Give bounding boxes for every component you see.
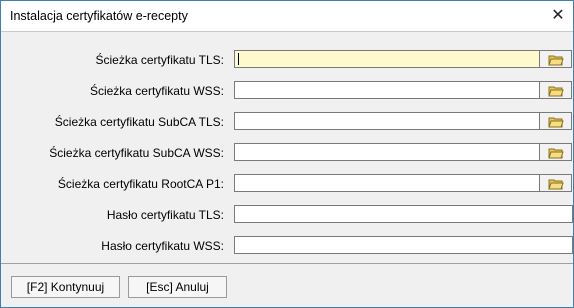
subca-wss-path-input[interactable] — [234, 143, 540, 161]
subca-wss-path-label: Ścieżka certyfikatu SubCA WSS: — [49, 146, 224, 160]
text-caret — [238, 53, 239, 65]
subca-wss-path-browse-button[interactable] — [540, 143, 572, 161]
tls-path-input[interactable] — [234, 50, 540, 68]
subca-tls-path-input[interactable] — [234, 112, 540, 130]
tls-path-browse-button[interactable] — [540, 50, 572, 68]
dialog-window: Instalacja certyfikatów e-recepty ✕ Ście… — [0, 0, 574, 308]
rootca-path-browse-button[interactable] — [540, 174, 572, 192]
dialog-title: Instalacja certyfikatów e-recepty — [10, 9, 188, 23]
continue-button[interactable]: [F2] Kontynuuj — [11, 276, 120, 298]
rootca-path-label: Ścieżka certyfikatu RootCA P1: — [57, 177, 224, 191]
form-area: Ścieżka certyfikatu TLS: Ścieżka certyfi… — [1, 31, 573, 264]
folder-icon — [548, 86, 564, 97]
wss-password-input[interactable] — [234, 236, 573, 254]
button-bar: [F2] Kontynuuj [Esc] Anuluj — [1, 264, 573, 307]
tls-password-input[interactable] — [234, 205, 573, 223]
form-row-tls-path: Ścieżka certyfikatu TLS: — [1, 48, 573, 72]
folder-icon — [548, 179, 564, 190]
form-row-rootca-path: Ścieżka certyfikatu RootCA P1: — [1, 172, 573, 196]
close-button[interactable]: ✕ — [543, 1, 573, 31]
wss-path-browse-button[interactable] — [540, 81, 572, 99]
subca-tls-path-label: Ścieżka certyfikatu SubCA TLS: — [54, 115, 224, 129]
wss-password-label: Hasło certyfikatu WSS: — [101, 239, 224, 253]
rootca-path-input[interactable] — [234, 174, 540, 192]
form-row-subca-tls-path: Ścieżka certyfikatu SubCA TLS: — [1, 110, 573, 134]
form-row-wss-path: Ścieżka certyfikatu WSS: — [1, 79, 573, 103]
folder-icon — [548, 55, 564, 66]
folder-icon — [548, 117, 564, 128]
form-row-tls-password: Hasło certyfikatu TLS: — [1, 203, 573, 227]
cancel-button[interactable]: [Esc] Anuluj — [128, 276, 227, 298]
subca-tls-path-browse-button[interactable] — [540, 112, 572, 130]
wss-path-label: Ścieżka certyfikatu WSS: — [89, 84, 224, 98]
wss-path-input[interactable] — [234, 81, 540, 99]
title-bar: Instalacja certyfikatów e-recepty ✕ — [1, 1, 573, 31]
tls-path-label: Ścieżka certyfikatu TLS: — [95, 53, 225, 67]
form-row-wss-password: Hasło certyfikatu WSS: — [1, 234, 573, 258]
tls-password-label: Hasło certyfikatu TLS: — [106, 208, 224, 222]
folder-icon — [548, 148, 564, 159]
form-row-subca-wss-path: Ścieżka certyfikatu SubCA WSS: — [1, 141, 573, 165]
